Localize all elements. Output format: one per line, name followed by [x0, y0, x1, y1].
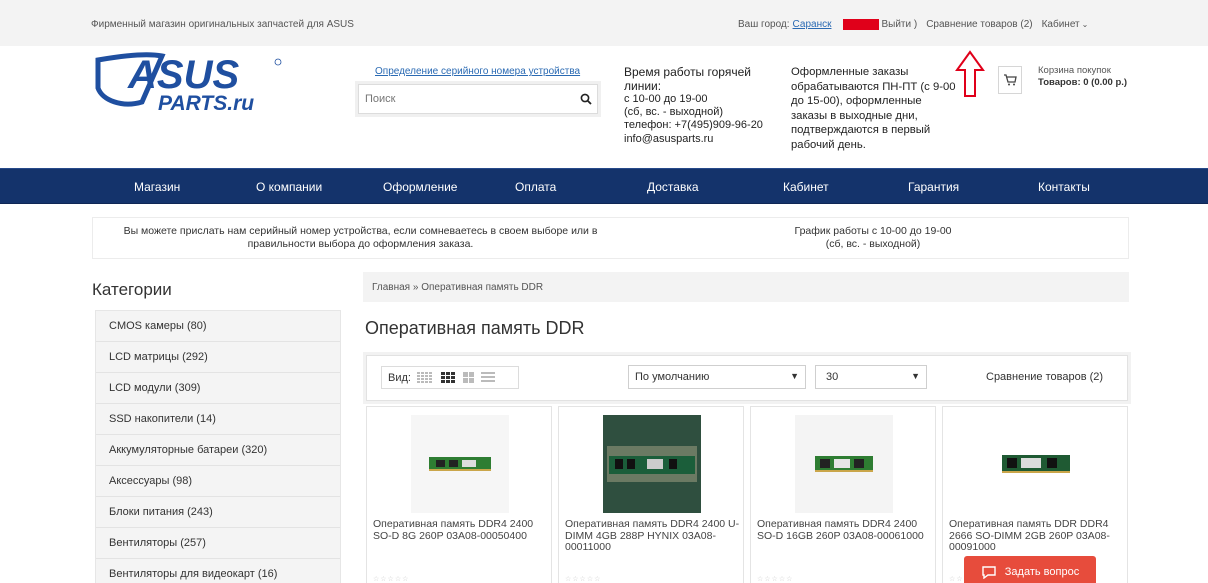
rating-stars-icon: ☆☆☆☆☆: [565, 576, 602, 583]
product-card[interactable]: Оперативная память DDR4 2400 U-DIMM 4GB …: [558, 406, 744, 583]
nav-cabinet[interactable]: Кабинет: [783, 180, 829, 194]
category-item[interactable]: Аккумуляторные батареи (320): [96, 435, 340, 466]
grid-small-icon[interactable]: [416, 372, 435, 383]
nav-shop[interactable]: Магазин: [134, 180, 180, 194]
view-label: Вид:: [388, 371, 411, 384]
cart-value: Товаров: 0 (0.00 р.): [1038, 77, 1128, 88]
orders-info: Оформленные заказы обрабатываются ПН-ПТ …: [791, 66, 956, 151]
per-page-value: 30: [826, 371, 839, 383]
search-icon: [580, 93, 592, 105]
notice-serial-text: Вы можете прислать нам серийный номер ус…: [123, 225, 598, 250]
product-image[interactable]: [411, 415, 509, 513]
nav-delivery[interactable]: Доставка: [647, 180, 699, 194]
logo-text-top: ASUS: [127, 53, 239, 97]
sort-select[interactable]: По умолчанию ▼: [628, 365, 806, 389]
ask-question-label: Задать вопрос: [1004, 566, 1080, 578]
compare-link-top[interactable]: Сравнение товаров (2): [926, 19, 1032, 30]
hotline-hours: с 10-00 до 19-00: [624, 93, 708, 105]
product-card[interactable]: Оперативная память DDR4 2400 SO-D 8G 260…: [366, 406, 552, 583]
category-item[interactable]: CMOS камеры (80): [96, 311, 340, 342]
categories-title: Категории: [92, 280, 172, 299]
product-name[interactable]: Оперативная память DDR4 2400 SO-D 8G 260…: [373, 518, 549, 542]
cart-button[interactable]: [998, 66, 1022, 94]
nav-about[interactable]: О компании: [256, 180, 322, 194]
list-view-icon[interactable]: [480, 372, 495, 383]
search-input[interactable]: [359, 86, 575, 112]
product-image[interactable]: [987, 415, 1085, 513]
chevron-down-icon: ▼: [790, 371, 799, 381]
search-button[interactable]: [575, 93, 597, 105]
hotline-weekend: (сб, вс. - выходной): [624, 106, 724, 119]
top-bar-right: Ваш город: Саранск Выйти ) Сравнение тов…: [738, 19, 1088, 30]
hotline-title: Время работы горячей линии:: [624, 65, 751, 93]
hotline-phone: телефон: +7(495)909-96-20: [624, 119, 763, 132]
compare-link[interactable]: Сравнение товаров (2): [986, 371, 1103, 383]
category-item[interactable]: Вентиляторы (257): [96, 528, 340, 559]
category-item[interactable]: LCD модули (309): [96, 373, 340, 404]
store-tagline: Фирменный магазин оригинальных запчастей…: [91, 19, 354, 30]
notice-schedule: График работы с 10-00 до 19-00 (сб, вс. …: [773, 225, 973, 251]
grid-large-icon[interactable]: [462, 372, 475, 383]
product-name[interactable]: Оперативная память DDR DDR4 2666 SO-DIMM…: [949, 518, 1125, 554]
logo-text-bottom: PARTS.ru: [158, 92, 254, 115]
serial-number-link[interactable]: Определение серийного номера устройства: [375, 66, 580, 77]
page-title: Оперативная память DDR: [365, 318, 585, 338]
ram-module-icon: [429, 457, 491, 471]
info-notice: Вы можете прислать нам серийный номер ус…: [92, 217, 1129, 259]
ram-module-icon: [607, 446, 697, 482]
top-bar: Фирменный магазин оригинальных запчастей…: [0, 0, 1208, 46]
product-name[interactable]: Оперативная память DDR4 2400 U-DIMM 4GB …: [565, 518, 741, 554]
logout-link[interactable]: Выйти ): [881, 19, 917, 30]
asusparts-logo[interactable]: ASUS PARTS.ru: [92, 50, 286, 120]
breadcrumb-home[interactable]: Главная: [372, 282, 410, 293]
product-card[interactable]: Оперативная память DDR4 2400 SO-D 16GB 2…: [750, 406, 936, 583]
category-item[interactable]: Вентиляторы для видеокарт (16): [96, 559, 340, 583]
search-box: [358, 84, 598, 114]
nav-warranty[interactable]: Гарантия: [908, 180, 959, 194]
city-link[interactable]: Саранск: [793, 19, 832, 30]
cart-summary[interactable]: Корзина покупок Товаров: 0 (0.00 р.): [1038, 65, 1127, 89]
category-item[interactable]: LCD матрицы (292): [96, 342, 340, 373]
breadcrumb-current: Оперативная память DDR: [421, 282, 544, 293]
redacted-username: [843, 19, 880, 30]
product-image[interactable]: [795, 415, 893, 513]
rating-stars-icon: ☆☆☆☆☆: [373, 576, 410, 583]
breadcrumb: Главная » Оперативная память DDR: [363, 272, 1129, 302]
chevron-down-icon: ▼: [911, 371, 920, 381]
listing-toolbar: Вид: По умолчанию ▼ 30 ▼ Сравнение товар…: [366, 355, 1128, 401]
hotline-email: info@asusparts.ru: [624, 132, 714, 145]
ask-question-button[interactable]: Задать вопрос: [964, 556, 1096, 583]
hotline-info: Время работы горячей линии: с 10-00 до 1…: [624, 65, 774, 146]
ram-module-icon: [815, 456, 873, 472]
breadcrumb-separator: »: [410, 282, 422, 293]
rating-stars-icon: ☆☆☆☆☆: [757, 576, 794, 583]
per-page-select[interactable]: 30 ▼: [815, 365, 927, 389]
nav-checkout[interactable]: Оформление: [383, 180, 457, 194]
product-image[interactable]: [603, 415, 701, 513]
categories-list: CMOS камеры (80) LCD матрицы (292) LCD м…: [95, 310, 341, 583]
cart-title: Корзина покупок: [1038, 65, 1111, 76]
category-item[interactable]: Аксессуары (98): [96, 466, 340, 497]
chat-bubble-icon: [982, 566, 996, 579]
cabinet-label: Кабинет: [1041, 19, 1080, 30]
product-name[interactable]: Оперативная память DDR4 2400 SO-D 16GB 2…: [757, 518, 933, 542]
cabinet-menu[interactable]: Кабинет ⌄: [1042, 19, 1089, 30]
category-item[interactable]: SSD накопители (14): [96, 404, 340, 435]
grid-medium-icon[interactable]: [440, 372, 457, 383]
ram-module-icon: [1002, 455, 1070, 473]
schedule-line-2: (сб, вс. - выходной): [825, 238, 921, 250]
schedule-line-1: График работы с 10-00 до 19-00: [794, 225, 952, 237]
nav-payment[interactable]: Оплата: [515, 180, 556, 194]
city-label: Ваш город:: [738, 19, 790, 30]
sort-value: По умолчанию: [635, 371, 710, 383]
cart-icon: [1004, 74, 1017, 86]
annotation-arrow-icon: [955, 50, 985, 97]
main-nav: Магазин О компании Оформление Оплата Дос…: [0, 168, 1208, 204]
page: Фирменный магазин оригинальных запчастей…: [0, 0, 1208, 583]
category-item[interactable]: Блоки питания (243): [96, 497, 340, 528]
nav-contacts[interactable]: Контакты: [1038, 180, 1090, 194]
chevron-down-icon: ⌄: [1081, 20, 1089, 29]
view-switcher: Вид:: [381, 366, 519, 389]
